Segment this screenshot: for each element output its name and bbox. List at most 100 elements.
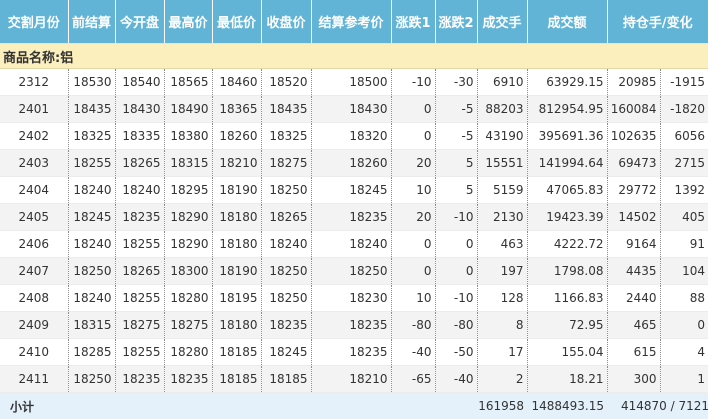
subtotal-volume: 161958 (477, 393, 527, 419)
cell-turnover: 1798.08 (527, 258, 607, 285)
cell-open-interest: 160084 (607, 96, 660, 123)
cell-turnover: 47065.83 (527, 177, 607, 204)
cell-low: 18195 (212, 285, 261, 312)
table-row: 2403182551826518315182101827518260205155… (0, 150, 708, 177)
cell-prev-settlement: 18240 (68, 231, 115, 258)
cell-change1: 0 (391, 123, 435, 150)
cell-close: 18250 (261, 258, 311, 285)
cell-low: 18260 (212, 123, 261, 150)
cell-prev-settlement: 18255 (68, 150, 115, 177)
cell-delivery-month: 2407 (0, 258, 68, 285)
header-high: 最高价 (164, 0, 212, 44)
cell-prev-settlement: 18245 (68, 204, 115, 231)
cell-prev-settlement: 18240 (68, 177, 115, 204)
cell-volume: 15551 (477, 150, 527, 177)
cell-close: 18520 (261, 69, 311, 96)
cell-change1: 10 (391, 177, 435, 204)
cell-volume: 6910 (477, 69, 527, 96)
cell-settlement-ref: 18235 (311, 204, 391, 231)
cell-change1: 0 (391, 231, 435, 258)
cell-volume: 5159 (477, 177, 527, 204)
cell-high: 18490 (164, 96, 212, 123)
cell-delivery-month: 2401 (0, 96, 68, 123)
cell-open-interest: 2440 (607, 285, 660, 312)
cell-high: 18300 (164, 258, 212, 285)
cell-change2: 5 (435, 150, 477, 177)
cell-high: 18380 (164, 123, 212, 150)
cell-change2: 0 (435, 258, 477, 285)
cell-delivery-month: 2312 (0, 69, 68, 96)
data-rows: 2312185301854018565184601852018500-10-30… (0, 69, 708, 393)
cell-settlement-ref: 18230 (311, 285, 391, 312)
cell-open: 18540 (115, 69, 164, 96)
table-row: 2411182501823518235181851818518210-65-40… (0, 366, 708, 393)
cell-prev-settlement: 18530 (68, 69, 115, 96)
table-row: 2312185301854018565184601852018500-10-30… (0, 69, 708, 96)
cell-prev-settlement: 18435 (68, 96, 115, 123)
header-change1: 涨跌1 (391, 0, 435, 44)
cell-settlement-ref: 18320 (311, 123, 391, 150)
cell-settlement-ref: 18500 (311, 69, 391, 96)
cell-low: 18190 (212, 177, 261, 204)
cell-oi-change: 88 (660, 285, 708, 312)
table-row: 2404182401824018295181901825018245105515… (0, 177, 708, 204)
cell-settlement-ref: 18245 (311, 177, 391, 204)
cell-oi-change: 6056 (660, 123, 708, 150)
cell-high: 18565 (164, 69, 212, 96)
cell-close: 18250 (261, 285, 311, 312)
cell-low: 18190 (212, 258, 261, 285)
cell-oi-change: 91 (660, 231, 708, 258)
cell-change2: -50 (435, 339, 477, 366)
cell-high: 18295 (164, 177, 212, 204)
cell-oi-change: 4 (660, 339, 708, 366)
cell-open-interest: 14502 (607, 204, 660, 231)
cell-turnover: 4222.72 (527, 231, 607, 258)
cell-prev-settlement: 18240 (68, 285, 115, 312)
cell-turnover: 72.95 (527, 312, 607, 339)
cell-turnover: 18.21 (527, 366, 607, 393)
category-label: 商品名称:铝 (0, 44, 708, 69)
cell-open: 18335 (115, 123, 164, 150)
cell-open: 18265 (115, 150, 164, 177)
subtotal-label: 小计 (0, 393, 477, 419)
cell-volume: 17 (477, 339, 527, 366)
cell-delivery-month: 2408 (0, 285, 68, 312)
cell-volume: 197 (477, 258, 527, 285)
cell-high: 18280 (164, 339, 212, 366)
table-row: 24011843518430184901836518435184300-5882… (0, 96, 708, 123)
cell-change2: -40 (435, 366, 477, 393)
cell-open-interest: 615 (607, 339, 660, 366)
cell-close: 18435 (261, 96, 311, 123)
cell-open-interest: 465 (607, 312, 660, 339)
cell-close: 18235 (261, 312, 311, 339)
cell-change1: 0 (391, 258, 435, 285)
cell-low: 18180 (212, 231, 261, 258)
cell-high: 18315 (164, 150, 212, 177)
header-open-interest: 持仓手/变化 (607, 0, 708, 44)
cell-low: 18210 (212, 150, 261, 177)
cell-open: 18265 (115, 258, 164, 285)
cell-delivery-month: 2403 (0, 150, 68, 177)
cell-change1: -40 (391, 339, 435, 366)
cell-change2: -80 (435, 312, 477, 339)
cell-settlement-ref: 18235 (311, 312, 391, 339)
cell-change1: 20 (391, 150, 435, 177)
cell-turnover: 812954.95 (527, 96, 607, 123)
cell-open: 18255 (115, 231, 164, 258)
cell-open: 18430 (115, 96, 164, 123)
cell-prev-settlement: 18250 (68, 366, 115, 393)
cell-prev-settlement: 18250 (68, 258, 115, 285)
cell-settlement-ref: 18250 (311, 258, 391, 285)
cell-oi-change: 1392 (660, 177, 708, 204)
cell-oi-change: 0 (660, 312, 708, 339)
cell-turnover: 155.04 (527, 339, 607, 366)
cell-low: 18180 (212, 204, 261, 231)
cell-low: 18185 (212, 366, 261, 393)
cell-turnover: 1166.83 (527, 285, 607, 312)
header-low: 最低价 (212, 0, 261, 44)
header-settlement-ref: 结算参考价 (311, 0, 391, 44)
cell-low: 18365 (212, 96, 261, 123)
cell-change2: -5 (435, 96, 477, 123)
header-row: 交割月份 前结算 今开盘 最高价 最低价 收盘价 结算参考价 涨跌1 涨跌2 成… (0, 0, 708, 44)
cell-open: 18235 (115, 366, 164, 393)
